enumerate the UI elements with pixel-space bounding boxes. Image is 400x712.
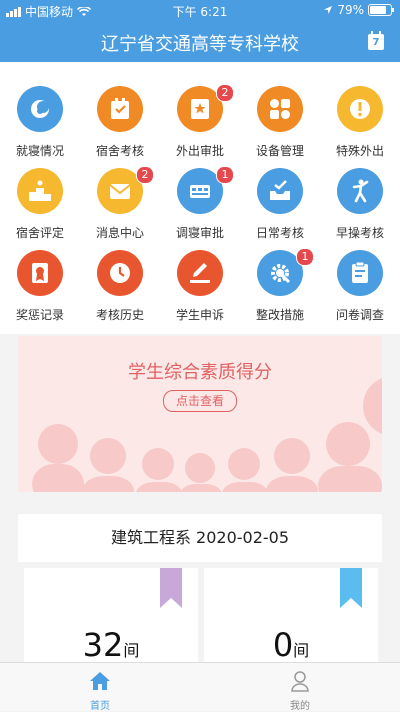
grid-item-3[interactable]: 2 外出审批 bbox=[160, 62, 240, 158]
pencil-icon bbox=[177, 250, 223, 296]
exercise-icon bbox=[337, 168, 383, 214]
grid-item-2[interactable]: 宿舍考核 bbox=[80, 62, 160, 158]
ribbon-bookmark-icon bbox=[160, 568, 182, 608]
tab-bar: 首页 我的 bbox=[0, 662, 400, 712]
grid-item-11[interactable]: 奖惩记录 bbox=[0, 226, 80, 322]
stat-unit: 间 bbox=[123, 641, 140, 660]
checklist-icon bbox=[97, 86, 143, 132]
page-title: 辽宁省交通高等专科学校 bbox=[101, 34, 299, 55]
grid-item-6[interactable]: 宿舍评定 bbox=[0, 144, 80, 240]
inbox-check-icon bbox=[257, 168, 303, 214]
notification-badge: 2 bbox=[136, 166, 154, 184]
battery-percent: 79% bbox=[337, 3, 364, 17]
stat-number: 32 bbox=[82, 626, 124, 664]
tab-home[interactable]: 首页 bbox=[0, 663, 200, 712]
nav-bar: 辽宁省交通高等专科学校 7 bbox=[0, 20, 400, 62]
stat-unit: 间 bbox=[293, 641, 310, 660]
podium-icon bbox=[17, 168, 63, 214]
clipboard-icon bbox=[337, 250, 383, 296]
notification-badge: 1 bbox=[216, 166, 234, 184]
stat-number: 0 bbox=[272, 626, 294, 664]
view-score-button[interactable]: 点击查看 bbox=[163, 390, 237, 412]
banner-title: 学生综合素质得分 bbox=[128, 362, 272, 383]
grid-item-label: 奖惩记录 bbox=[15, 308, 64, 322]
calendar-day: 7 bbox=[372, 37, 380, 48]
home-icon bbox=[90, 672, 110, 690]
grid-item-7[interactable]: 2 消息中心 bbox=[80, 144, 160, 240]
clock-icon bbox=[97, 250, 143, 296]
devices-icon bbox=[257, 86, 303, 132]
grid-item-12[interactable]: 考核历史 bbox=[80, 226, 160, 322]
stat-card-right[interactable]: 0间 bbox=[204, 568, 378, 668]
notification-badge: 2 bbox=[216, 84, 234, 102]
moon-icon bbox=[17, 86, 63, 132]
stat-value-left: 32间 bbox=[24, 626, 198, 664]
status-bar: 中国移动 下午 6:21 79% bbox=[0, 0, 400, 20]
grid-item-10[interactable]: 早操考核 bbox=[320, 144, 400, 240]
grid-item-label: 问卷调查 bbox=[335, 308, 384, 322]
quality-score-banner[interactable]: 学生综合素质得分 点击查看 bbox=[18, 336, 382, 492]
calendar-icon[interactable]: 7 bbox=[368, 31, 384, 50]
grid-item-15[interactable]: 问卷调查 bbox=[320, 226, 400, 322]
location-icon bbox=[324, 6, 333, 14]
grid-item-13[interactable]: 学生申诉 bbox=[160, 226, 240, 322]
grid-item-4[interactable]: 设备管理 bbox=[240, 62, 320, 158]
grid-item-14[interactable]: 1 整改措施 bbox=[240, 226, 320, 322]
certificate-icon bbox=[17, 250, 63, 296]
notification-badge: 1 bbox=[296, 248, 314, 266]
function-grid: 就寝情况 宿舍考核 2 外出审批 设备管理 特殊外出宿舍评定 2 消息中心 1 调寝审批 日常考核早… bbox=[0, 62, 400, 334]
tab-me[interactable]: 我的 bbox=[200, 663, 400, 712]
grid-item-label: 考核历史 bbox=[95, 308, 144, 322]
grid-item-1[interactable]: 就寝情况 bbox=[0, 62, 80, 158]
grid-item-8[interactable]: 1 调寝审批 bbox=[160, 144, 240, 240]
ribbon-bookmark-icon bbox=[340, 568, 362, 608]
person-icon bbox=[291, 671, 309, 692]
battery-icon bbox=[368, 4, 394, 16]
stat-card-left[interactable]: 32间 bbox=[24, 568, 198, 668]
grid-item-label: 整改措施 bbox=[255, 308, 304, 322]
department-date-header: 建筑工程系 2020-02-05 bbox=[18, 514, 382, 562]
grid-item-9[interactable]: 日常考核 bbox=[240, 144, 320, 240]
exclamation-icon bbox=[337, 86, 383, 132]
grid-item-5[interactable]: 特殊外出 bbox=[320, 62, 400, 158]
stat-value-right: 0间 bbox=[204, 626, 378, 664]
grid-item-label: 学生申诉 bbox=[175, 308, 224, 322]
